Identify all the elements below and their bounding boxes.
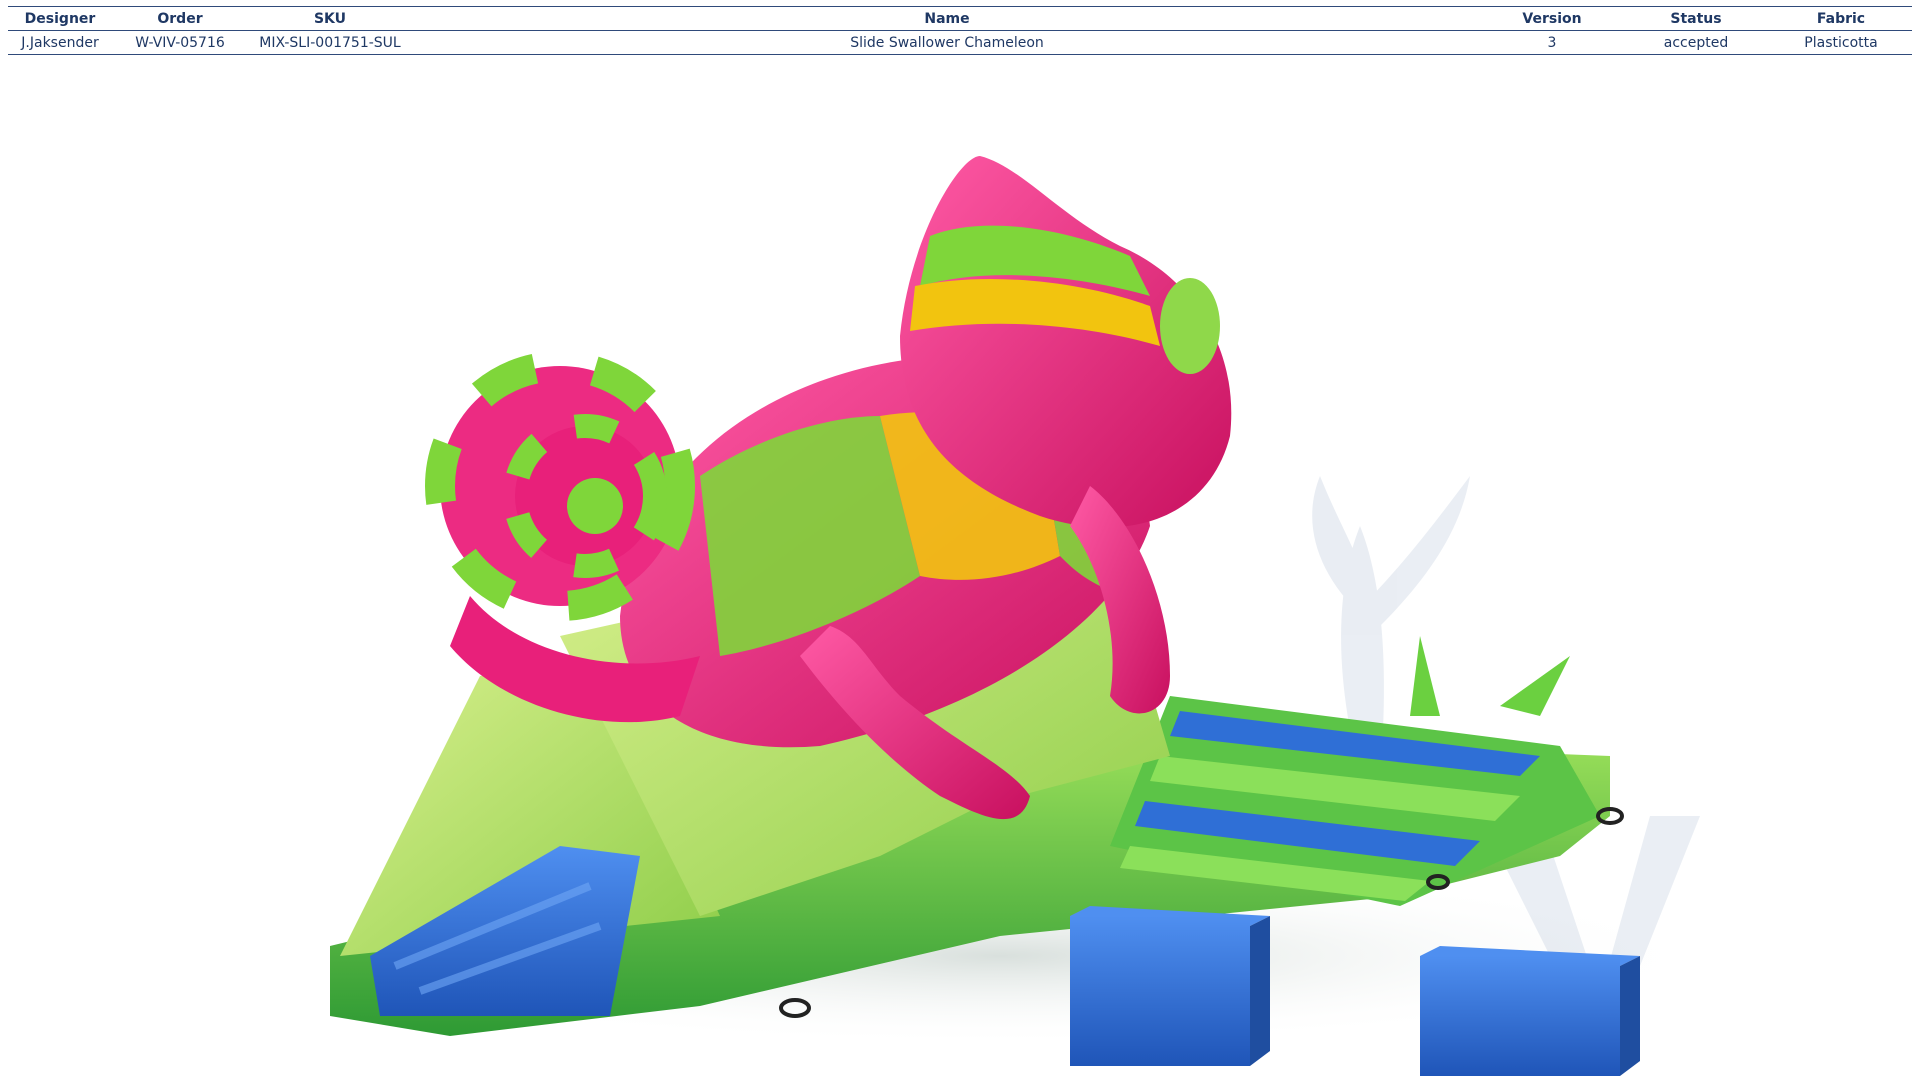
header-fabric: Fabric	[1770, 6, 1912, 31]
table-row: J.Jaksender W-VIV-05716 MIX-SLI-001751-S…	[8, 30, 1912, 55]
cell-sku: MIX-SLI-001751-SUL	[248, 30, 412, 55]
header-designer: Designer	[8, 6, 112, 31]
blower-box-right	[1420, 946, 1640, 1076]
cell-name: Slide Swallower Chameleon	[412, 30, 1482, 55]
product-render	[0, 56, 1920, 1080]
header-order: Order	[112, 6, 248, 31]
header-status: Status	[1622, 6, 1770, 31]
blower-box-left	[1070, 906, 1270, 1066]
cell-order: W-VIV-05716	[112, 30, 248, 55]
cell-status: accepted	[1622, 30, 1770, 55]
cell-designer: J.Jaksender	[8, 30, 112, 55]
product-spec-table: Designer Order SKU Name Version Status F…	[8, 6, 1912, 55]
header-sku: SKU	[248, 6, 412, 31]
header-name: Name	[412, 6, 1482, 31]
cell-fabric: Plasticotta	[1770, 30, 1912, 55]
chameleon-slide-illustration	[280, 156, 1720, 1076]
chameleon-eye	[1160, 278, 1220, 374]
chameleon-tail	[425, 351, 700, 723]
table-header-row: Designer Order SKU Name Version Status F…	[8, 6, 1912, 31]
header-version: Version	[1482, 6, 1622, 31]
cell-version: 3	[1482, 30, 1622, 55]
